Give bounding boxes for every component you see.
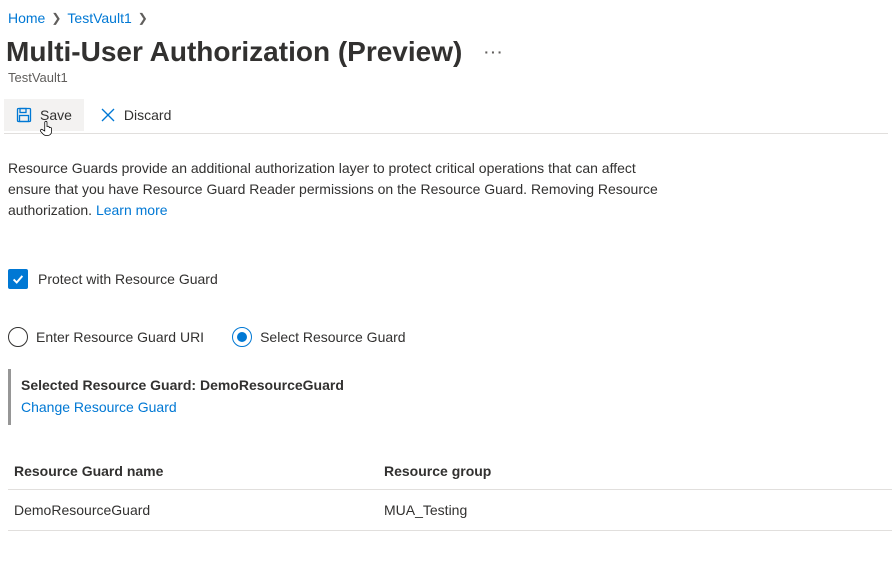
save-button-label: Save bbox=[40, 107, 72, 123]
chevron-right-icon: ❯ bbox=[138, 11, 148, 25]
breadcrumb-vault[interactable]: TestVault1 bbox=[67, 10, 131, 26]
selected-resource-guard-panel: Selected Resource Guard: DemoResourceGua… bbox=[8, 369, 884, 425]
description-line2: ensure that you have Resource Guard Read… bbox=[8, 181, 658, 197]
protect-checkbox[interactable] bbox=[8, 269, 28, 289]
table-header-name: Resource Guard name bbox=[14, 463, 384, 479]
page-subtitle: TestVault1 bbox=[8, 70, 888, 85]
discard-button-label: Discard bbox=[124, 107, 171, 123]
protect-checkbox-label: Protect with Resource Guard bbox=[38, 271, 218, 287]
change-resource-guard-link[interactable]: Change Resource Guard bbox=[21, 399, 177, 415]
learn-more-link[interactable]: Learn more bbox=[96, 202, 168, 218]
table-header-group: Resource group bbox=[384, 463, 886, 479]
protect-checkbox-row: Protect with Resource Guard bbox=[8, 269, 884, 289]
radio-selected-icon bbox=[232, 327, 252, 347]
table-row[interactable]: DemoResourceGuard MUA_Testing bbox=[8, 490, 892, 531]
page-title: Multi-User Authorization (Preview) ··· bbox=[6, 36, 888, 68]
description-text: Resource Guards provide an additional au… bbox=[8, 158, 884, 221]
radio-enter-uri-label: Enter Resource Guard URI bbox=[36, 329, 204, 345]
description-line1: Resource Guards provide an additional au… bbox=[8, 160, 636, 176]
resource-guard-mode-radio-group: Enter Resource Guard URI Select Resource… bbox=[8, 327, 884, 347]
description-line3-prefix: authorization. bbox=[8, 202, 96, 218]
radio-select-guard-label: Select Resource Guard bbox=[260, 329, 406, 345]
toolbar: Save Discard bbox=[4, 97, 888, 134]
discard-button[interactable]: Discard bbox=[88, 99, 183, 131]
selected-resource-guard-prefix: Selected Resource Guard: bbox=[21, 377, 200, 393]
breadcrumb: Home ❯ TestVault1 ❯ bbox=[4, 8, 888, 36]
page-title-text: Multi-User Authorization (Preview) bbox=[6, 36, 462, 68]
table-cell-name: DemoResourceGuard bbox=[14, 502, 384, 518]
chevron-right-icon: ❯ bbox=[51, 11, 61, 25]
more-actions-button[interactable]: ··· bbox=[478, 44, 510, 60]
table-cell-group: MUA_Testing bbox=[384, 502, 886, 518]
resource-guard-table: Resource Guard name Resource group DemoR… bbox=[8, 453, 892, 531]
check-icon bbox=[11, 272, 25, 286]
selected-resource-guard-name: DemoResourceGuard bbox=[200, 377, 344, 393]
radio-icon bbox=[8, 327, 28, 347]
radio-select-guard[interactable]: Select Resource Guard bbox=[232, 327, 406, 347]
close-icon bbox=[100, 107, 116, 123]
radio-enter-uri[interactable]: Enter Resource Guard URI bbox=[8, 327, 204, 347]
selected-resource-guard-header: Selected Resource Guard: DemoResourceGua… bbox=[21, 377, 874, 393]
table-header-row: Resource Guard name Resource group bbox=[8, 453, 892, 490]
save-icon bbox=[16, 107, 32, 123]
save-button[interactable]: Save bbox=[4, 99, 84, 131]
breadcrumb-home[interactable]: Home bbox=[8, 10, 45, 26]
